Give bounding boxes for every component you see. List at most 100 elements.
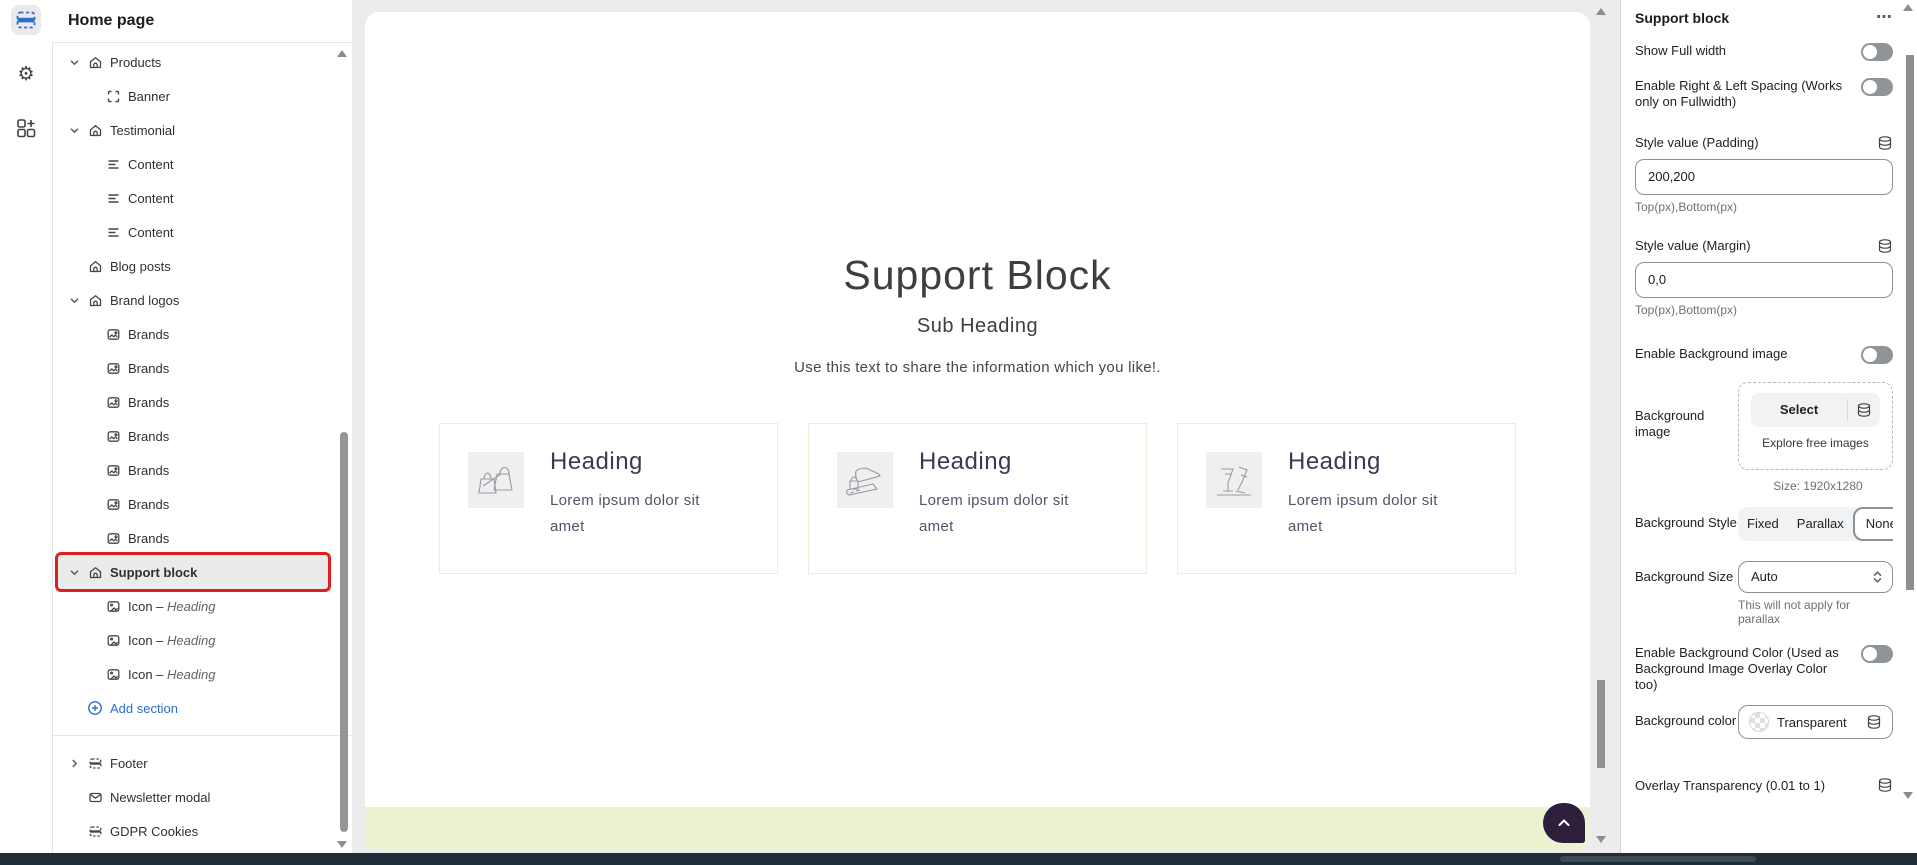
bg-style-option-fixed[interactable]: Fixed [1738, 507, 1788, 541]
tree-item-brands[interactable]: Brands [58, 351, 328, 385]
dynamic-source-icon[interactable] [1877, 135, 1893, 151]
bg-color-value: Transparent [1777, 715, 1858, 730]
card-body: Lorem ipsum dolor sit amet [919, 488, 1094, 539]
padding-input[interactable] [1648, 169, 1880, 184]
enable-bg-color-toggle[interactable] [1861, 645, 1893, 663]
tree-item-brands[interactable]: Brands [58, 317, 328, 351]
more-options-button[interactable]: ⋯ [1876, 14, 1893, 22]
content-icon [105, 224, 121, 240]
envelope-icon [87, 789, 103, 805]
dynamic-source-icon[interactable] [1877, 777, 1893, 793]
tree-item-testimonial[interactable]: Testimonial [58, 113, 328, 147]
tree-item-products[interactable]: Products [58, 45, 328, 79]
select-image-button[interactable]: Select [1751, 393, 1880, 427]
tree-item-footer[interactable]: Footer [58, 746, 328, 780]
bg-size-value: Auto [1751, 569, 1778, 584]
bg-color-picker[interactable]: Transparent [1738, 705, 1893, 739]
margin-label: Style value (Margin) [1635, 238, 1751, 253]
bg-style-option-none[interactable]: None [1853, 507, 1893, 541]
preview-section-description: Use this text to share the information w… [365, 359, 1590, 376]
rail-settings-button[interactable]: ⚙ [11, 59, 41, 89]
scroll-to-top-button[interactable] [1543, 803, 1585, 843]
banner-icon [105, 88, 121, 104]
dynamic-source-icon[interactable] [1877, 238, 1893, 254]
tree-item-content[interactable]: Content [58, 181, 328, 215]
tree-item-icon-heading[interactable]: Icon – Heading [58, 623, 328, 657]
tree-item-icon-heading[interactable]: Icon – Heading [58, 589, 328, 623]
chevron-spacer [68, 260, 80, 272]
tree-item-brands[interactable]: Brands [58, 521, 328, 555]
rail-apps-button[interactable] [11, 113, 41, 143]
sidebar-scroll-up-arrow[interactable] [337, 50, 347, 57]
tree-item-label: Icon – Heading [128, 599, 215, 614]
tree-item-banner[interactable]: Banner [58, 79, 328, 113]
chevron-right-icon[interactable] [68, 757, 80, 769]
tree-item-label: Testimonial [110, 123, 175, 138]
show-full-width-toggle[interactable] [1861, 43, 1893, 61]
card-body: Lorem ipsum dolor sit amet [550, 488, 725, 539]
tree-item-gdpr-cookies[interactable]: GDPR Cookies [58, 814, 328, 848]
chevron-down-icon[interactable] [68, 124, 80, 136]
sidebar-scrollbar-thumb[interactable] [340, 432, 348, 832]
bg-style-option-parallax[interactable]: Parallax [1788, 507, 1853, 541]
page-title: Home page [68, 12, 154, 30]
panel-scrollbar-thumb[interactable] [1906, 55, 1914, 590]
preview-scroll-down-arrow[interactable] [1596, 836, 1606, 843]
panel-scroll-down-arrow[interactable] [1903, 792, 1913, 799]
tree-item-brands[interactable]: Brands [58, 419, 328, 453]
dynamic-source-icon[interactable] [1848, 402, 1880, 418]
chevron-down-icon[interactable] [68, 56, 80, 68]
chevron-down-icon[interactable] [68, 566, 80, 578]
tree-item-brand-logos[interactable]: Brand logos [58, 283, 328, 317]
card-illustration-shoes [837, 452, 893, 508]
panel-scroll-up-arrow[interactable] [1903, 4, 1913, 11]
tree-item-brands[interactable]: Brands [58, 487, 328, 521]
image-icon [105, 496, 121, 512]
image-icon [105, 326, 121, 342]
icon-image-icon [105, 598, 121, 614]
dynamic-source-icon[interactable] [1866, 714, 1882, 730]
tree-item-label: Brands [128, 361, 169, 376]
margin-field [1635, 262, 1893, 298]
enable-bg-image-toggle[interactable] [1861, 346, 1893, 364]
preview-scroll-up-arrow[interactable] [1596, 8, 1606, 15]
tree-item-brands[interactable]: Brands [58, 453, 328, 487]
bg-size-helper: This will not apply for parallax [1738, 598, 1893, 626]
rail-sections-button[interactable] [11, 5, 41, 35]
chevron-down-icon[interactable] [68, 294, 80, 306]
tree-item-newsletter-modal[interactable]: Newsletter modal [58, 780, 328, 814]
show-full-width-row: Show Full width [1635, 42, 1893, 61]
tree-item-brands[interactable]: Brands [58, 385, 328, 419]
padding-field [1635, 159, 1893, 195]
card-heading: Heading [919, 448, 1094, 476]
tree-item-label: Icon – Heading [128, 633, 215, 648]
preview-scrollbar-thumb[interactable] [1597, 680, 1605, 768]
section-icon [87, 823, 103, 839]
margin-input[interactable] [1648, 272, 1880, 287]
card-heading: Heading [1288, 448, 1463, 476]
tree-item-icon-heading[interactable]: Icon – Heading [58, 657, 328, 691]
tree-item-label: Support block [110, 565, 197, 580]
tree-item-content[interactable]: Content [58, 147, 328, 181]
tree-item-support-block[interactable]: Support block [58, 555, 328, 589]
tree-item-label: Content [128, 157, 174, 172]
padding-helper: Top(px),Bottom(px) [1635, 200, 1893, 214]
left-pane: ⚙ Home page Products Banner [0, 0, 352, 853]
bg-color-label: Background color [1635, 705, 1738, 730]
bg-size-select[interactable]: Auto [1738, 561, 1893, 593]
toggle-knob [1863, 45, 1877, 59]
tree-item-content[interactable]: Content [58, 215, 328, 249]
tree-item-blog-posts[interactable]: Blog posts [58, 249, 328, 283]
enable-spacing-toggle[interactable] [1861, 78, 1893, 96]
card-text: Heading Lorem ipsum dolor sit amet [550, 452, 725, 573]
image-icon [105, 360, 121, 376]
icon-image-icon [105, 666, 121, 682]
home-icon [87, 292, 103, 308]
tree-item-label: Brands [128, 463, 169, 478]
preview-card: Heading Lorem ipsum dolor sit amet [808, 423, 1147, 574]
preview-section-subheading: Sub Heading [365, 315, 1590, 338]
sidebar-scroll-down-arrow[interactable] [337, 841, 347, 848]
bottom-bar-handle[interactable] [1560, 856, 1756, 862]
explore-free-images-link[interactable]: Explore free images [1751, 436, 1880, 450]
add-section-button[interactable]: Add section [58, 691, 328, 725]
